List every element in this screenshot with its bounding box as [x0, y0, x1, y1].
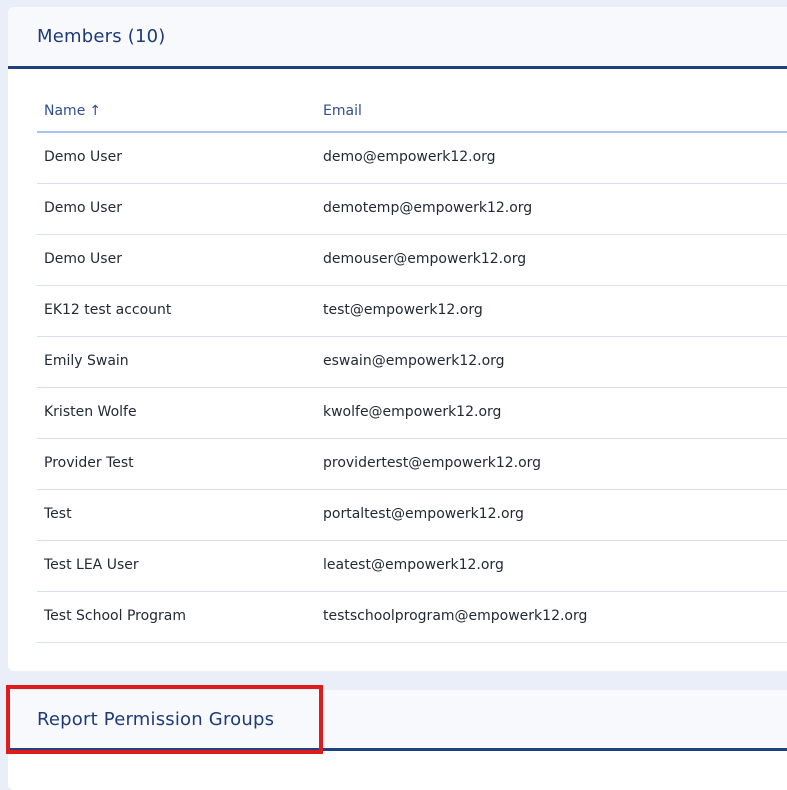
name-column-header[interactable]: Name ↑	[44, 103, 101, 119]
table-row[interactable]: Kristen Wolfe kwolfe@empowerk12.org	[37, 388, 787, 439]
members-card: Members (10) Name ↑ Email Demo User demo@e…	[8, 7, 787, 671]
member-email-cell: demouser@empowerk12.org	[323, 251, 527, 267]
table-row[interactable]: Provider Test providertest@empowerk12.org	[37, 439, 787, 490]
member-name-cell: Provider Test	[44, 455, 134, 471]
members-card-header: Members (10)	[8, 7, 787, 69]
member-name-cell: Kristen Wolfe	[44, 404, 137, 420]
members-table-body: Demo User demo@empowerk12.org Demo User dem…	[37, 133, 787, 643]
table-row[interactable]: Demo User demo@empowerk12.org	[37, 133, 787, 184]
member-name-cell: EK12 test account	[44, 302, 172, 318]
member-name-cell: Test School Program	[44, 608, 187, 624]
member-email-cell: eswain@empowerk12.org	[323, 353, 505, 369]
member-name-cell: Emily Swain	[44, 353, 129, 369]
table-row[interactable]: EK12 test account test@empowerk12.org	[37, 286, 787, 337]
members-table-header: Name ↑ Email	[37, 93, 787, 133]
member-email-cell: demotemp@empowerk12.org	[323, 200, 533, 216]
table-row[interactable]: Demo User demouser@empowerk12.org	[37, 235, 787, 286]
members-title: Members (10)	[37, 26, 166, 47]
table-row[interactable]: Test School Program testschoolprogram@emp…	[37, 592, 787, 643]
member-email-cell: demo@empowerk12.org	[323, 149, 496, 165]
member-email-cell: leatest@empowerk12.org	[323, 557, 504, 573]
report-permission-groups-card: Report Permission Groups	[8, 690, 787, 790]
member-name-cell: Test LEA User	[44, 557, 139, 573]
member-email-cell: providertest@empowerk12.org	[323, 455, 542, 471]
name-column-label: Name	[44, 103, 86, 119]
member-email-cell: testschoolprogram@empowerk12.org	[323, 608, 588, 624]
member-name-cell: Demo User	[44, 251, 122, 267]
report-permission-groups-title: Report Permission Groups	[37, 709, 275, 730]
member-name-cell: Demo User	[44, 149, 122, 165]
email-column-header[interactable]: Email	[323, 103, 362, 119]
table-row[interactable]: Test LEA User leatest@empowerk12.org	[37, 541, 787, 592]
table-row[interactable]: Test portaltest@empowerk12.org	[37, 490, 787, 541]
member-name-cell: Test	[44, 506, 72, 522]
report-permission-groups-header[interactable]: Report Permission Groups	[8, 690, 787, 751]
member-email-cell: test@empowerk12.org	[323, 302, 483, 318]
sort-ascending-icon: ↑	[89, 103, 102, 119]
members-table: Name ↑ Email Demo User demo@empowerk12.org…	[37, 93, 787, 643]
email-column-label: Email	[323, 103, 362, 119]
member-email-cell: portaltest@empowerk12.org	[323, 506, 524, 522]
member-name-cell: Demo User	[44, 200, 122, 216]
table-row[interactable]: Emily Swain eswain@empowerk12.org	[37, 337, 787, 388]
member-email-cell: kwolfe@empowerk12.org	[323, 404, 502, 420]
table-row[interactable]: Demo User demotemp@empowerk12.org	[37, 184, 787, 235]
